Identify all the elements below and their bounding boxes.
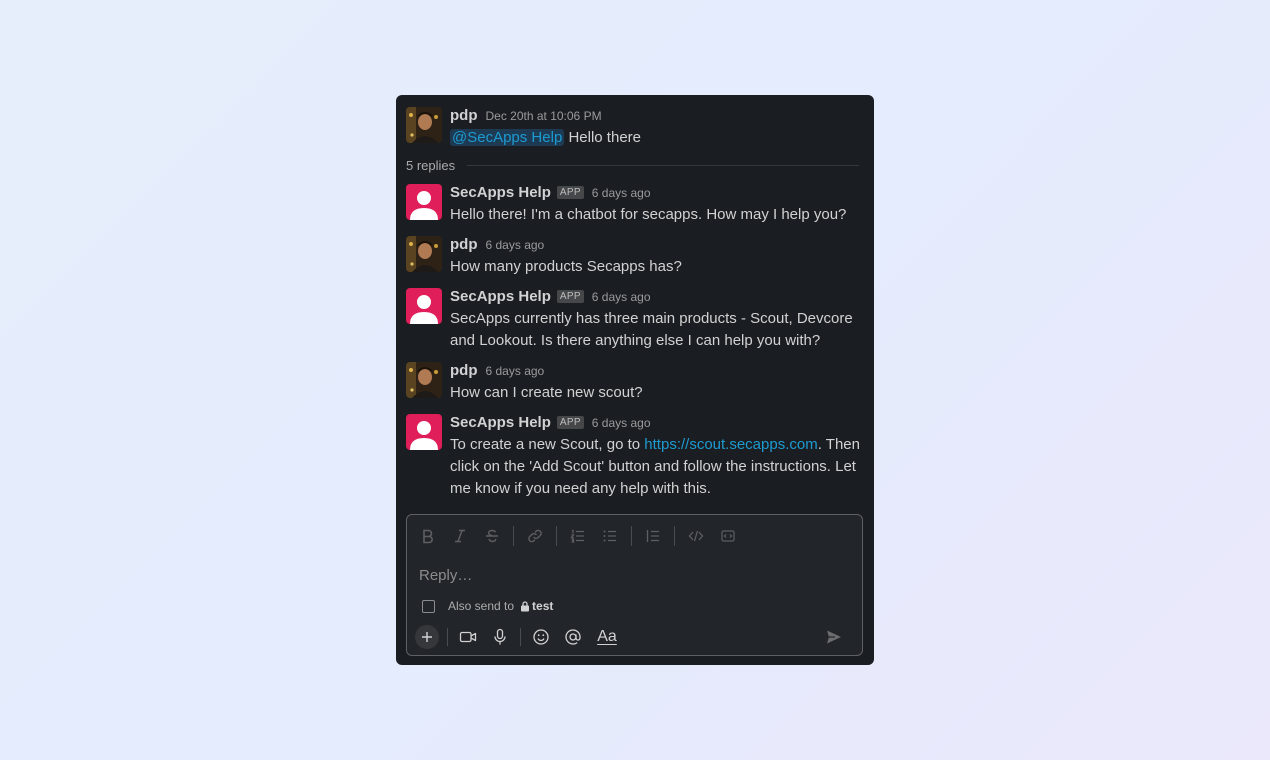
plus-icon[interactable] <box>415 625 439 649</box>
message-link[interactable]: https://scout.secapps.com <box>644 436 817 453</box>
ordered-list-icon[interactable] <box>567 525 589 547</box>
lock-icon <box>521 600 530 611</box>
user-silhouette-icon <box>410 295 438 324</box>
channel-name: test <box>520 599 553 613</box>
author-name[interactable]: SecApps Help <box>450 184 551 201</box>
author-name[interactable]: pdp <box>450 236 478 253</box>
also-send-label: Also send to <box>448 599 515 613</box>
author-name[interactable]: SecApps Help <box>450 288 551 305</box>
bulleted-list-icon[interactable] <box>599 525 621 547</box>
emoji-icon[interactable] <box>529 625 553 649</box>
timestamp[interactable]: 6 days ago <box>486 364 545 378</box>
bot-avatar[interactable] <box>406 184 442 220</box>
message-text: SecApps currently has three main product… <box>450 310 853 349</box>
italic-icon[interactable] <box>449 525 471 547</box>
message-text: To create a new Scout, go to https://sco… <box>450 434 864 500</box>
reply-input[interactable] <box>419 563 839 587</box>
divider-line <box>467 165 859 166</box>
toolbar-divider <box>520 628 521 646</box>
bot-avatar[interactable] <box>406 414 442 450</box>
toolbar-divider <box>447 628 448 646</box>
composer-actions: Aa <box>415 625 854 649</box>
toolbar-divider <box>513 526 514 546</box>
timestamp[interactable]: 6 days ago <box>592 186 651 200</box>
timestamp[interactable]: 6 days ago <box>592 416 651 430</box>
message-text: How can I create new scout? <box>450 384 643 401</box>
user-mention[interactable]: @SecApps Help <box>450 129 565 146</box>
format-label: Aa <box>597 628 617 645</box>
video-icon[interactable] <box>456 625 480 649</box>
replies-divider: 5 replies <box>406 158 859 173</box>
app-badge: APP <box>556 290 584 303</box>
toolbar-divider <box>674 526 675 546</box>
link-icon[interactable] <box>524 525 546 547</box>
message-text: @SecApps Help Hello there <box>450 127 864 149</box>
code-icon[interactable] <box>685 525 707 547</box>
avatar[interactable] <box>406 107 442 143</box>
timestamp[interactable]: 6 days ago <box>486 238 545 252</box>
user-silhouette-icon <box>410 191 438 220</box>
timestamp[interactable]: Dec 20th at 10:06 PM <box>486 109 602 123</box>
mention-icon[interactable] <box>561 625 585 649</box>
send-icon[interactable] <box>822 625 846 649</box>
also-send-checkbox[interactable] <box>422 599 435 613</box>
author-name[interactable]: pdp <box>450 107 478 124</box>
app-badge: APP <box>556 186 584 199</box>
reply-composer: Also send to test Aa <box>406 514 863 656</box>
avatar[interactable] <box>406 362 442 398</box>
blockquote-icon[interactable] <box>642 525 664 547</box>
bold-icon[interactable] <box>417 525 439 547</box>
timestamp[interactable]: 6 days ago <box>592 290 651 304</box>
thread-panel: pdp Dec 20th at 10:06 PM @SecApps Help H… <box>396 95 874 665</box>
microphone-icon[interactable] <box>488 625 512 649</box>
message-body: To create a new Scout, go to <box>450 436 645 453</box>
channel-label: test <box>532 599 554 613</box>
toolbar-divider <box>556 526 557 546</box>
author-name[interactable]: SecApps Help <box>450 414 551 431</box>
app-badge: APP <box>556 416 584 429</box>
also-send-row: Also send to test <box>422 599 553 613</box>
formatting-toolbar <box>417 525 749 547</box>
bot-avatar[interactable] <box>406 288 442 324</box>
user-silhouette-icon <box>410 421 438 450</box>
format-icon[interactable]: Aa <box>593 625 621 649</box>
strikethrough-icon[interactable] <box>481 525 503 547</box>
author-name[interactable]: pdp <box>450 362 478 379</box>
message-body: Hello there <box>568 129 641 146</box>
replies-count: 5 replies <box>406 158 456 173</box>
toolbar-divider <box>631 526 632 546</box>
message-text: How many products Secapps has? <box>450 258 682 275</box>
avatar[interactable] <box>406 236 442 272</box>
code-block-icon[interactable] <box>717 525 739 547</box>
message-text: Hello there! I'm a chatbot for secapps. … <box>450 206 847 223</box>
